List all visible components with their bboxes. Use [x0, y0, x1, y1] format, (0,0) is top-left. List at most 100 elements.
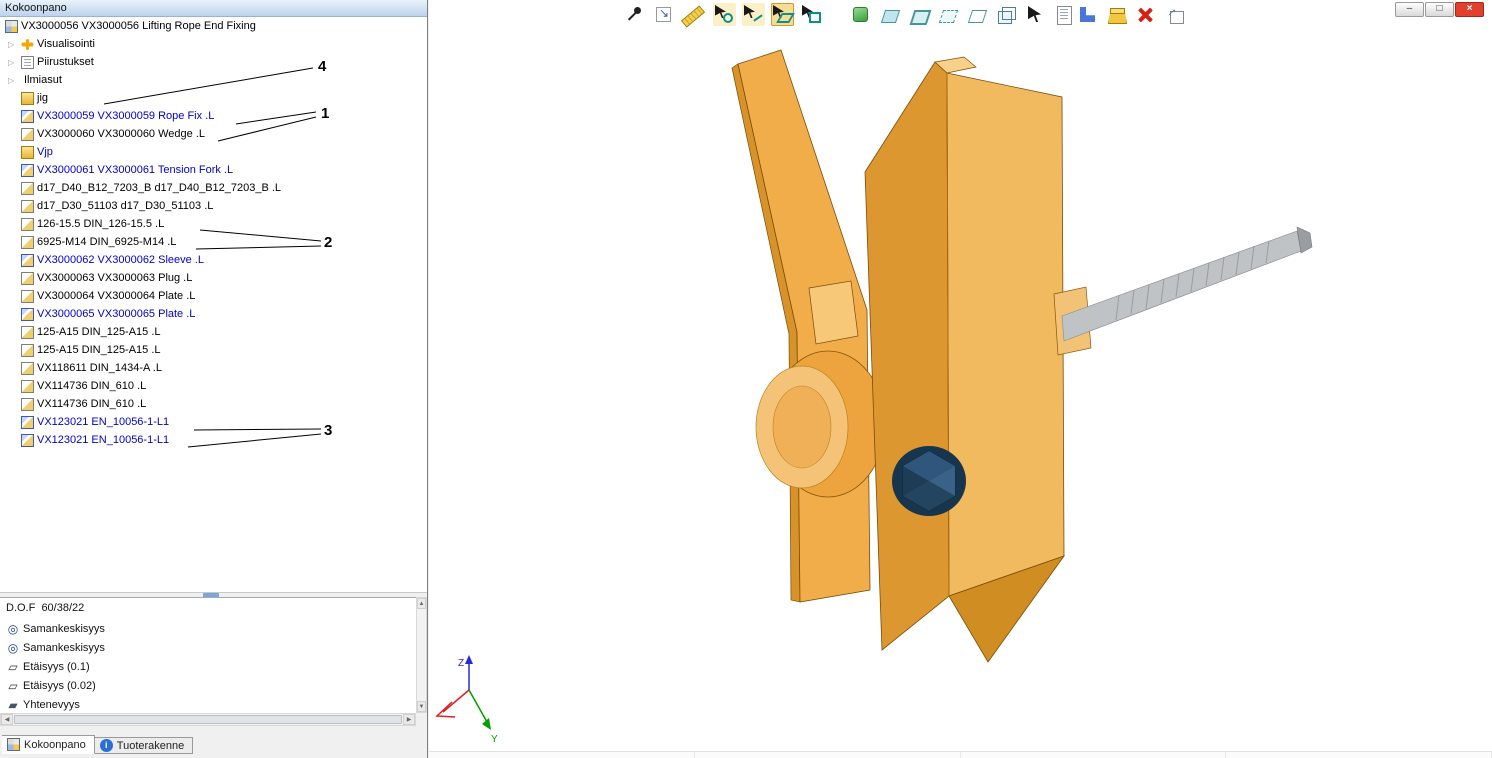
- tree-item[interactable]: VX3000062 VX3000062 Sleeve .L: [0, 251, 427, 269]
- tree-item-label: jig: [34, 92, 48, 104]
- tree-item-label: VX3000059 VX3000059 Rope Fix .L: [34, 110, 214, 122]
- tree-item-label: VX114736 DIN_610 .L: [34, 380, 146, 392]
- constraint-label: Etäisyys (0.1): [21, 661, 90, 673]
- constraint-item[interactable]: Etäisyys (0.02): [0, 676, 416, 695]
- constraints-panel: D.O.F 60/38/22 Samankeskisyys Samankeski…: [0, 597, 416, 713]
- tree-item[interactable]: VX114736 DIN_610 .L: [0, 395, 427, 413]
- panel-tab[interactable]: Tuoterakenne: [95, 737, 193, 754]
- tree-item-label: VX3000062 VX3000062 Sleeve .L: [34, 254, 204, 266]
- tree-item[interactable]: VX123021 EN_10056-1-L1: [0, 413, 427, 431]
- tree-item-label: Ilmiasut: [21, 74, 62, 86]
- assembly-panel: Kokoonpano VX3000056 VX3000056 Lifting R…: [0, 0, 428, 758]
- dof-header: D.O.F 60/38/22: [0, 598, 416, 619]
- tree-item[interactable]: Vjp: [0, 143, 427, 161]
- tree-item[interactable]: 126-15.5 DIN_126-15.5 .L: [0, 215, 427, 233]
- tree-item-label: VX123021 EN_10056-1-L1: [34, 434, 169, 446]
- tree-item-label: VX3000061 VX3000061 Tension Fork .L: [34, 164, 233, 176]
- part-icon: [21, 56, 34, 69]
- constraint-icon: [5, 660, 21, 674]
- tab-icon: [100, 739, 113, 752]
- part-icon: [21, 92, 34, 105]
- tree-item-label: 125-A15 DIN_125-A15 .L: [34, 344, 161, 356]
- tree-item[interactable]: VX3000063 VX3000063 Plug .L: [0, 269, 427, 287]
- tree-root-item[interactable]: VX3000056 VX3000056 Lifting Rope End Fix…: [0, 17, 427, 35]
- tree-item-label: VX3000060 VX3000060 Wedge .L: [34, 128, 205, 140]
- part-icon: [21, 182, 34, 195]
- vertical-scrollbar[interactable]: ▲ ▼: [416, 597, 427, 713]
- part-icon: [21, 236, 34, 249]
- tree-item-label: Vjp: [34, 146, 53, 158]
- expander-icon[interactable]: [8, 58, 21, 67]
- part-icon: [21, 146, 34, 159]
- tree-item-label: 125-A15 DIN_125-A15 .L: [34, 326, 161, 338]
- tree-item-label: 6925-M14 DIN_6925-M14 .L: [34, 236, 176, 248]
- tab-label: Kokoonpano: [24, 739, 86, 751]
- tree-item[interactable]: Ilmiasut: [0, 71, 427, 89]
- tree-item[interactable]: d17_D30_51103 d17_D30_51103 .L: [0, 197, 427, 215]
- part-icon: [21, 398, 34, 411]
- tree-item[interactable]: 125-A15 DIN_125-A15 .L: [0, 323, 427, 341]
- tree-item-label: VX118611 DIN_1434-A .L: [34, 362, 162, 374]
- tree-item[interactable]: 6925-M14 DIN_6925-M14 .L: [0, 233, 427, 251]
- tree-item[interactable]: Piirustukset: [0, 53, 427, 71]
- panel-tab[interactable]: Kokoonpano: [2, 735, 95, 754]
- part-icon: [21, 110, 34, 123]
- constraint-label: Yhtenevyys: [21, 699, 80, 711]
- tree-item[interactable]: VX3000061 VX3000061 Tension Fork .L: [0, 161, 427, 179]
- tree-item[interactable]: Visualisointi: [0, 35, 427, 53]
- expander-icon[interactable]: [8, 76, 21, 85]
- constraint-label: Samankeskisyys: [21, 623, 105, 635]
- scroll-left-icon[interactable]: ◀: [1, 714, 13, 725]
- tree-item[interactable]: VX114736 DIN_610 .L: [0, 377, 427, 395]
- scroll-down-icon[interactable]: ▼: [417, 701, 426, 712]
- constraint-item[interactable]: Etäisyys (0.1): [0, 657, 416, 676]
- panel-title: Kokoonpano: [0, 0, 427, 17]
- part-icon: [21, 38, 34, 51]
- status-bar: [429, 751, 1492, 758]
- tab-icon: [7, 738, 20, 751]
- viewport-3d[interactable]: – □ ×: [429, 0, 1492, 758]
- axis-z-label: Z: [458, 658, 464, 669]
- part-icon: [21, 380, 34, 393]
- scroll-up-icon[interactable]: ▲: [417, 598, 426, 609]
- part-icon: [21, 308, 34, 321]
- tree-item[interactable]: VX3000065 VX3000065 Plate .L: [0, 305, 427, 323]
- part-icon: [21, 290, 34, 303]
- scroll-right-icon[interactable]: ▶: [403, 714, 415, 725]
- expander-icon[interactable]: [8, 40, 21, 49]
- tree-item[interactable]: VX3000060 VX3000060 Wedge .L: [0, 125, 427, 143]
- constraint-icon: [5, 679, 21, 693]
- model-threaded-rod[interactable]: [1062, 231, 1301, 341]
- constraint-icon: [5, 622, 21, 636]
- part-icon: [21, 416, 34, 429]
- part-icon: [21, 326, 34, 339]
- constraint-item[interactable]: Samankeskisyys: [0, 638, 416, 657]
- model-hex-bolt[interactable]: [892, 446, 966, 516]
- model-3d[interactable]: Z Y: [429, 0, 1492, 758]
- scrollbar-thumb[interactable]: [14, 715, 402, 724]
- part-icon: [21, 254, 34, 267]
- panel-tabs: Kokoonpano Tuoterakenne: [2, 735, 193, 754]
- tree-item[interactable]: 125-A15 DIN_125-A15 .L: [0, 341, 427, 359]
- constraint-item[interactable]: Samankeskisyys: [0, 619, 416, 638]
- tree-item[interactable]: VX123021 EN_10056-1-L1: [0, 431, 427, 449]
- tab-label: Tuoterakenne: [117, 740, 184, 752]
- part-icon: [21, 200, 34, 213]
- tree-item[interactable]: VX3000059 VX3000059 Rope Fix .L: [0, 107, 427, 125]
- assembly-tree: VX3000056 VX3000056 Lifting Rope End Fix…: [0, 17, 427, 592]
- horizontal-scrollbar[interactable]: ◀ ▶: [0, 713, 416, 726]
- tree-item[interactable]: d17_D40_B12_7203_B d17_D40_B12_7203_B .L: [0, 179, 427, 197]
- tree-item[interactable]: VX118611 DIN_1434-A .L: [0, 359, 427, 377]
- part-icon: [21, 272, 34, 285]
- tree-item[interactable]: VX3000064 VX3000064 Plate .L: [0, 287, 427, 305]
- model-angle-right-face[interactable]: [947, 73, 1064, 596]
- model-cylinder-ring[interactable]: [773, 386, 831, 468]
- model-wedge-block[interactable]: [809, 281, 858, 344]
- tree-item[interactable]: jig: [0, 89, 427, 107]
- status-segment: [1226, 752, 1492, 758]
- model-angle-left-face[interactable]: [865, 62, 949, 650]
- part-icon: [21, 362, 34, 375]
- constraint-label: Etäisyys (0.02): [21, 680, 96, 692]
- constraint-item[interactable]: Yhtenevyys: [0, 695, 416, 713]
- tree-item-label: VX3000065 VX3000065 Plate .L: [34, 308, 195, 320]
